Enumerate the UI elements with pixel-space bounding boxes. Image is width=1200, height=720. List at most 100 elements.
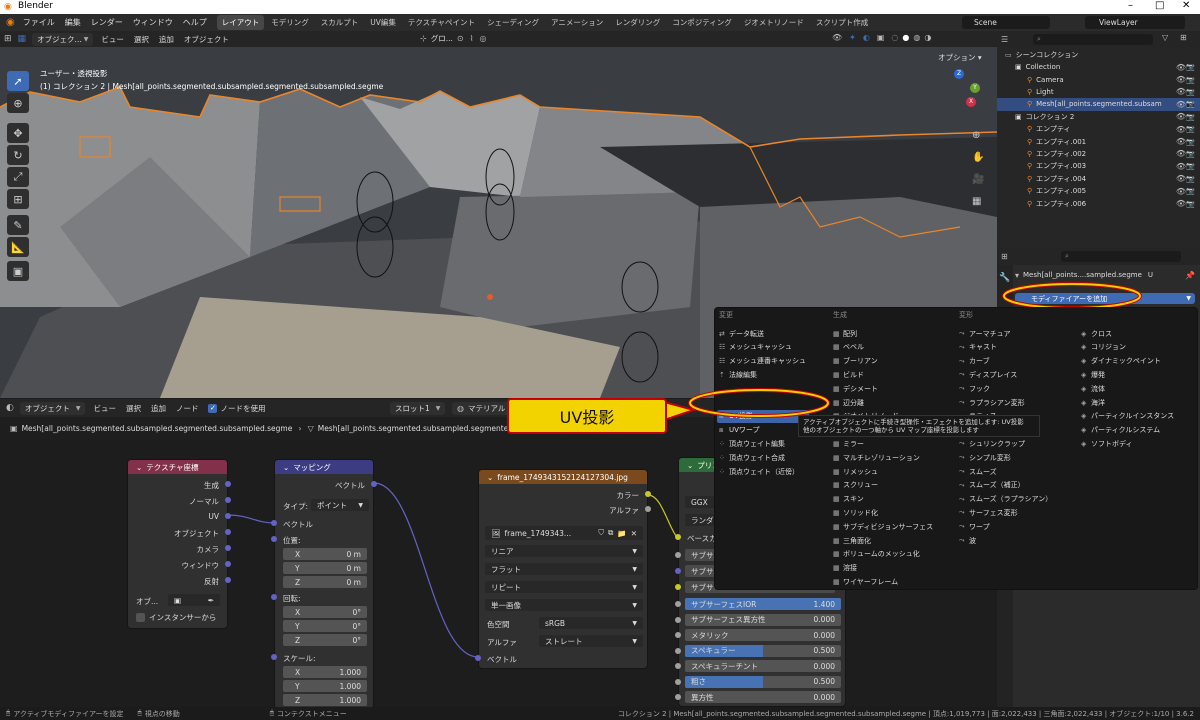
modifier-menu-item[interactable]: ☷ メッシュキャッシュ [719, 341, 792, 354]
camera-view-icon[interactable]: 🎥 [972, 169, 984, 191]
maximize-button[interactable]: □ [1155, 0, 1164, 11]
pan-hand-icon[interactable]: ✋ [972, 147, 984, 169]
slot-dropdown[interactable]: スロット1 ▼ [390, 402, 446, 415]
modifier-menu-item[interactable]: ⤳ フック [959, 382, 990, 395]
image-texture-node[interactable]: ⌄ frame_1749343152124127304.jpg カラー アルファ … [475, 469, 651, 669]
tab-layout[interactable]: レイアウト [216, 15, 265, 30]
gizmo-x-axis[interactable]: X [966, 97, 976, 107]
modifier-menu-item[interactable]: ▦ 三角面化 [833, 534, 871, 547]
options-dropdown[interactable]: オプション ▾ [938, 52, 982, 63]
node-editor-type-icon[interactable]: ◐ [6, 403, 14, 413]
scale-z-field[interactable]: Z 1.000 [283, 694, 367, 706]
transform-tool-button[interactable]: ⊞ [7, 189, 29, 209]
folder-icon[interactable]: 📁 [617, 529, 626, 538]
modifier-menu-item[interactable]: ⁘ 頂点ウェイト（近傍） [719, 465, 799, 478]
modifier-menu-item[interactable]: ▦ ソリッド化 [833, 506, 878, 519]
wireframe-shading-icon[interactable]: ◌ [891, 33, 898, 42]
modifier-menu-item[interactable]: ⤳ ディスプレイス [959, 368, 1017, 381]
socket[interactable] [271, 520, 277, 526]
modifier-menu-item[interactable]: ⇡ 法線編集 [719, 368, 757, 381]
menu-window[interactable]: ウィンドウ [133, 17, 173, 28]
material-shading-icon[interactable]: ◍ [913, 33, 920, 42]
location-z-field[interactable]: Z 0 m [283, 576, 367, 588]
modifier-menu-item[interactable]: ◈ パーティクルシステム [1081, 424, 1160, 437]
viewport-menu-add[interactable]: 追加 [159, 34, 174, 45]
bsdf-slider[interactable]: スペキュラーチント 0.000 [685, 660, 841, 672]
tab-geometry-nodes[interactable]: ジオメトリノード [739, 15, 809, 30]
mapping-type-dropdown[interactable]: ポイント ▼ [311, 499, 369, 511]
pin-icon[interactable]: 📌 [1185, 271, 1195, 280]
render-camera-icon[interactable]: 📷 [1186, 162, 1195, 170]
visibility-eye-icon[interactable]: 👁 [1176, 100, 1186, 109]
outliner-item[interactable]: ▣ コレクション 2 👁 📷 [997, 111, 1200, 123]
modifier-menu-item[interactable]: ◈ ダイナミックペイント [1081, 355, 1161, 368]
modifier-menu-item[interactable]: ⤳ アーマチュア [959, 327, 1010, 340]
node-menu-add[interactable]: 追加 [151, 403, 166, 414]
outliner-type-icon[interactable]: ☰ [1001, 35, 1008, 44]
socket[interactable] [675, 584, 681, 590]
socket[interactable] [225, 497, 231, 503]
visibility-icon[interactable]: 👁 [832, 33, 842, 42]
collapse-chevron-icon[interactable]: ⌄ [136, 463, 142, 472]
socket[interactable] [675, 601, 681, 607]
image-texture-header[interactable]: ⌄ frame_1749343152124127304.jpg [479, 470, 647, 484]
bsdf-slider[interactable]: サブサーフェス異方性 0.000 [685, 613, 841, 626]
location-y-field[interactable]: Y 0 m [283, 562, 367, 574]
modifier-menu-item[interactable]: ◈ クロス [1081, 327, 1112, 340]
modifier-menu-item[interactable]: ⤳ スムーズ [959, 465, 997, 478]
tab-rendering[interactable]: レンダリング [610, 15, 665, 30]
duplicate-icon[interactable]: ⧉ [608, 528, 613, 538]
outliner-item[interactable]: ⚲ エンプティ.006 👁 📷 [997, 197, 1200, 209]
properties-type-icon[interactable]: ⊞ [1001, 252, 1008, 261]
zoom-icon[interactable]: ⊕ [972, 125, 984, 147]
eyedropper-icon[interactable]: ✒ [208, 596, 214, 605]
collapse-chevron-icon[interactable]: ⌄ [487, 473, 493, 482]
modifier-menu-item[interactable]: ▦ リメッシュ [833, 465, 878, 478]
scale-x-field[interactable]: X 1.000 [283, 666, 367, 678]
modifier-menu-item[interactable]: ◈ ソフトボディ [1081, 437, 1133, 450]
navigation-gizmo[interactable]: Z Y X [932, 69, 982, 119]
socket[interactable] [225, 513, 231, 519]
grid-view-icon[interactable]: ▦ [972, 191, 984, 213]
overlays-icon[interactable]: ◐ [863, 33, 870, 42]
color-space-dropdown[interactable]: sRGB ▼ [539, 617, 643, 629]
menu-render[interactable]: レンダー [91, 17, 123, 28]
snap-icon[interactable]: ⌇ [470, 34, 474, 43]
modifier-menu-item[interactable]: ▦ 配列 [833, 327, 857, 340]
location-x-field[interactable]: X 0 m [283, 548, 367, 560]
render-camera-icon[interactable]: 📷 [1186, 175, 1195, 183]
modifier-menu-item[interactable]: ⤳ カーブ [959, 355, 990, 368]
modifier-menu-item[interactable]: ⤳ サーフェス変形 [959, 506, 1018, 519]
rotation-y-field[interactable]: Y 0° [283, 620, 367, 632]
modifier-menu-item[interactable]: ◈ 爆発 [1081, 368, 1105, 381]
socket[interactable] [225, 481, 231, 487]
visibility-eye-icon[interactable]: 👁 [1176, 63, 1186, 72]
visibility-eye-icon[interactable]: 👁 [1176, 137, 1186, 146]
modifier-menu-item[interactable]: ▦ ベベル [833, 341, 864, 354]
visibility-eye-icon[interactable]: 👁 [1176, 174, 1186, 183]
gizmo-icon[interactable]: ✦ [849, 33, 856, 42]
modifier-menu-item[interactable]: ▦ 辺分離 [833, 396, 864, 409]
scale-tool-button[interactable]: ⤢ [7, 167, 29, 187]
socket[interactable] [675, 534, 681, 540]
render-camera-icon[interactable]: 📷 [1186, 138, 1195, 146]
tab-compositing[interactable]: コンポジティング [667, 15, 737, 30]
socket[interactable] [675, 632, 681, 638]
solid-shading-icon[interactable]: ● [902, 33, 909, 42]
mapping-header[interactable]: ⌄ マッピング [275, 460, 373, 474]
proportional-edit-icon[interactable]: ◎ [479, 34, 486, 43]
socket[interactable] [675, 552, 681, 558]
node-mode-dropdown[interactable]: オブジェクト ▼ [19, 401, 86, 415]
filter-icon[interactable]: ▽ [1162, 33, 1168, 42]
use-nodes-toggle[interactable]: ✓ ノードを使用 [208, 403, 275, 414]
tab-texture-paint[interactable]: テクスチャペイント [403, 15, 480, 30]
bsdf-slider[interactable]: メタリック 0.000 [685, 629, 841, 641]
socket[interactable] [225, 577, 231, 583]
view-layer-selector[interactable]: ViewLayer [1085, 16, 1185, 29]
tab-modeling[interactable]: モデリング [266, 15, 314, 30]
modifier-menu-item[interactable]: ▦ ビルド [833, 368, 864, 381]
scene-selector[interactable]: Scene [962, 16, 1050, 29]
socket[interactable] [675, 663, 681, 669]
measure-tool-button[interactable]: 📐 [7, 237, 29, 257]
viewport-menu-view[interactable]: ビュー [101, 34, 124, 45]
